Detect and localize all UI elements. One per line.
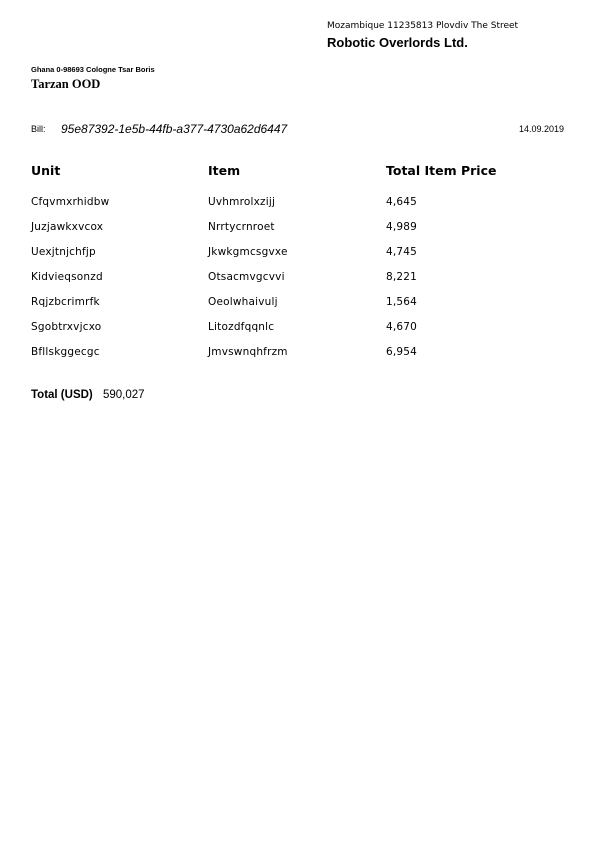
price-cell: 1,564 [386, 296, 418, 308]
price-cell: 6,954 [386, 346, 418, 358]
table-row: Bfllskggecgc Jmvswnqhfrzm 6,954 [31, 346, 565, 371]
item-cell: Litozdfqqnlc [208, 321, 275, 333]
unit-cell: Sgobtrxvjcxo [31, 321, 102, 333]
item-cell: Nrrtycrnroet [208, 221, 275, 233]
unit-cell: Cfqvmxrhidbw [31, 196, 110, 208]
total-value: 590,027 [103, 389, 145, 401]
header-item: Item [208, 163, 241, 178]
price-cell: 4,745 [386, 246, 418, 258]
table-row: Kidvieqsonzd Otsacmvgcvvi 8,221 [31, 271, 565, 296]
item-cell: Oeolwhaivulj [208, 296, 278, 308]
bill-id: 95e87392-1e5b-44fb-a377-4730a62d6447 [61, 122, 288, 136]
invoice-page: { "sender": { "address": "Mozambique 112… [0, 0, 595, 842]
recipient-address: Ghana 0-98693 Cologne Tsar Boris [31, 65, 155, 74]
sender-address: Mozambique 11235813 Plovdiv The Street [327, 21, 519, 31]
item-cell: Jkwkgmcsgvxe [208, 246, 288, 258]
sender-name: Robotic Overlords Ltd. [327, 35, 468, 50]
item-cell: Otsacmvgcvvi [208, 271, 285, 283]
header-total-item-price: Total Item Price [386, 163, 497, 178]
item-cell: Jmvswnqhfrzm [208, 346, 288, 358]
recipient-name: Tarzan OOD [31, 77, 101, 91]
header-unit: Unit [31, 163, 61, 178]
items-table: Unit Item Total Item Price Cfqvmxrhidbw … [31, 163, 565, 371]
table-row: Rqjzbcrimrfk Oeolwhaivulj 1,564 [31, 296, 565, 321]
price-cell: 4,670 [386, 321, 418, 333]
table-row: Juzjawkxvcox Nrrtycrnroet 4,989 [31, 221, 565, 246]
price-cell: 4,989 [386, 221, 418, 233]
price-cell: 4,645 [386, 196, 418, 208]
unit-cell: Juzjawkxvcox [31, 221, 104, 233]
price-cell: 8,221 [386, 271, 418, 283]
table-header-row: Unit Item Total Item Price [31, 163, 565, 190]
total-label: Total (USD) [31, 389, 93, 401]
unit-cell: Bfllskggecgc [31, 346, 100, 358]
unit-cell: Rqjzbcrimrfk [31, 296, 100, 308]
bill-date: 14.09.2019 [518, 124, 564, 134]
bill-label: Bill: [31, 124, 46, 134]
item-cell: Uvhmrolxzijj [208, 196, 276, 208]
unit-cell: Uexjtnjchfjp [31, 246, 96, 258]
table-row: Uexjtnjchfjp Jkwkgmcsgvxe 4,745 [31, 246, 565, 271]
table-row: Cfqvmxrhidbw Uvhmrolxzijj 4,645 [31, 190, 565, 221]
table-row: Sgobtrxvjcxo Litozdfqqnlc 4,670 [31, 321, 565, 346]
unit-cell: Kidvieqsonzd [31, 271, 103, 283]
